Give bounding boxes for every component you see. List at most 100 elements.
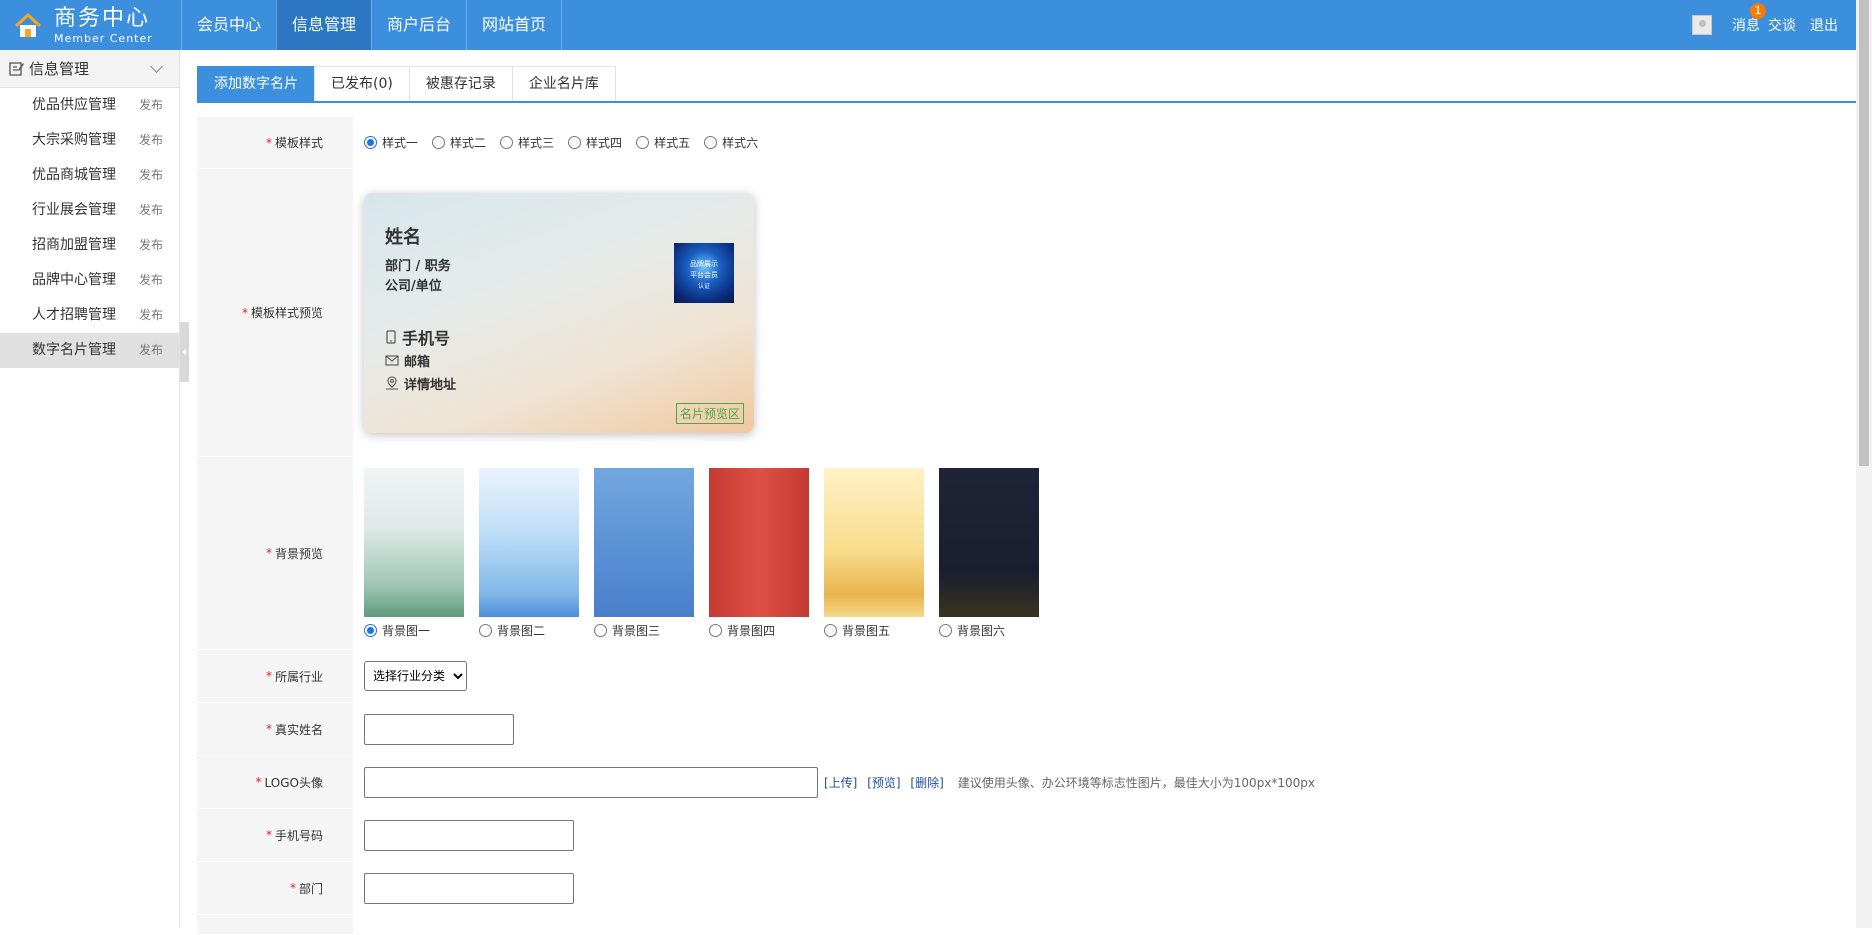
sidebar-header[interactable]: 信息管理 [0,50,179,88]
card-name: 姓名 [385,226,421,248]
publish-link[interactable]: 发布 [139,298,163,333]
sidebar-item-franchise[interactable]: 招商加盟管理 发布 [0,228,179,263]
sidebar-item-supply[interactable]: 优品供应管理 发布 [0,88,179,123]
logo-title: 商务中心 [54,6,151,31]
tab-published[interactable]: 已发布(0) [314,66,410,101]
sidebar-item-recruit[interactable]: 人才招聘管理 发布 [0,298,179,333]
publish-link[interactable]: 发布 [139,228,163,263]
sidebar-item-purchase[interactable]: 大宗采购管理 发布 [0,123,179,158]
bg-thumb[interactable] [824,467,924,617]
row-bg-preview: * 背景预览 背景图一 背景图二 背景图三 背景图四 背景图五 背景图六 [197,457,1856,650]
real-name-input[interactable] [364,713,514,745]
chevron-down-icon[interactable] [150,60,163,73]
bg-list: 背景图一 背景图二 背景图三 背景图四 背景图五 背景图六 [364,467,1054,639]
radio-style-4[interactable]: 样式四 [568,134,622,151]
radio-bg-6[interactable]: 背景图六 [939,622,1005,639]
publish-link[interactable]: 发布 [139,123,163,158]
radio-bg-4[interactable]: 背景图四 [709,622,775,639]
bg-thumb[interactable] [479,467,579,617]
scrollbar-thumb[interactable] [1859,0,1869,466]
sidebar-item-digital-card[interactable]: 数字名片管理 发布 [0,333,179,368]
card-phone: 手机号 [402,328,451,348]
industry-select[interactable]: 选择行业分类 [364,661,467,691]
radio-bg-3[interactable]: 背景图三 [594,622,660,639]
radio-bg-5[interactable]: 背景图五 [824,622,890,639]
label-logo: LOGO头像 [264,775,323,790]
sidebar-item-mall[interactable]: 优品商城管理 发布 [0,158,179,193]
bg-thumb[interactable] [594,467,694,617]
top-nav: 会员中心 信息管理 商户后台 网站首页 [181,0,563,50]
delete-link[interactable]: [删除] [910,776,943,790]
card-email: 邮箱 [404,354,431,370]
bg-thumb[interactable] [709,467,809,617]
tab-company-cards[interactable]: 企业名片库 [511,66,616,101]
radio-style-3[interactable]: 样式三 [500,134,554,151]
bg-thumb[interactable] [364,467,464,617]
upload-link[interactable]: [上传] [824,776,857,790]
sidebar-item-label: 品牌中心管理 [32,272,116,288]
publish-link[interactable]: 发布 [139,263,163,298]
label-real-name: 真实姓名 [274,722,323,737]
row-dept: * 部门 [197,862,1856,915]
radio-style-2[interactable]: 样式二 [432,134,486,151]
top-right-links: 消息 1 交谈 退出 [1692,0,1838,50]
row-real-name: * 真实姓名 [197,703,1856,756]
sidebar-item-brand[interactable]: 品牌中心管理 发布 [0,263,179,298]
row-industry: * 所属行业 选择行业分类 [197,650,1856,703]
avatar[interactable] [1692,15,1712,35]
edit-icon [9,61,24,76]
publish-link[interactable]: 发布 [139,158,163,193]
label-bg-preview: 背景预览 [274,546,323,561]
bg-option-4[interactable]: 背景图四 [709,467,809,639]
logo[interactable]: 商务中心 Member Center [14,6,153,46]
label-template-style: 模板样式 [274,136,323,150]
phone-input[interactable] [364,819,574,851]
card-address: 详情地址 [404,377,457,393]
tab-bar: 添加数字名片 已发布(0) 被惠存记录 企业名片库 [197,66,1856,103]
bg-option-3[interactable]: 背景图三 [594,467,694,639]
bg-option-5[interactable]: 背景图五 [824,467,924,639]
nav-info-management[interactable]: 信息管理 [276,0,372,50]
radio-style-1[interactable]: 样式一 [364,134,418,151]
message-badge: 1 [1750,3,1766,19]
nav-merchant-backend[interactable]: 商户后台 [371,0,466,50]
main-content: 添加数字名片 已发布(0) 被惠存记录 企业名片库 * 模板样式 样式一 样式二 … [197,66,1856,935]
sidebar-collapse-handle[interactable] [180,322,189,382]
label-template-preview: 模板样式预览 [250,306,323,320]
bg-thumb[interactable] [939,467,1039,617]
sidebar-item-label: 行业展会管理 [32,202,116,218]
dept-input[interactable] [364,872,574,904]
home-icon [14,12,42,40]
card-form: * 模板样式 样式一 样式二 样式三 样式四 样式五 样式六 * 模板样式预览 姓名… [197,117,1856,935]
preview-link[interactable]: [预览] [867,776,900,790]
logo-input[interactable] [364,766,818,798]
publish-link[interactable]: 发布 [139,88,163,123]
radio-style-6[interactable]: 样式六 [704,134,758,151]
publish-link[interactable]: 发布 [139,333,163,368]
logout-link[interactable]: 退出 [1810,15,1838,35]
chat-link[interactable]: 交谈 [1768,15,1796,35]
sidebar-item-label: 招商加盟管理 [32,237,116,253]
radio-bg-1[interactable]: 背景图一 [364,622,430,639]
sidebar-item-expo[interactable]: 行业展会管理 发布 [0,193,179,228]
label-industry: 所属行业 [274,669,323,684]
row-phone: * 手机号码 [197,809,1856,862]
phone-icon [385,329,397,344]
location-icon [385,376,399,390]
tab-add-card[interactable]: 添加数字名片 [197,66,315,101]
row-template-preview: * 模板样式预览 姓名 部门 / 职务 公司/单位 品牌展示 平台会员 认证 手机… [197,169,1856,457]
bg-option-6[interactable]: 背景图六 [939,467,1039,639]
nav-site-home[interactable]: 网站首页 [466,0,563,50]
bg-option-1[interactable]: 背景图一 [364,467,464,639]
bg-option-2[interactable]: 背景图二 [479,467,579,639]
message-link[interactable]: 消息 1 [1732,3,1766,35]
radio-style-5[interactable]: 样式五 [636,134,690,151]
nav-member-center[interactable]: 会员中心 [181,0,276,50]
publish-link[interactable]: 发布 [139,193,163,228]
tab-saved-records[interactable]: 被惠存记录 [408,66,513,101]
label-dept: 部门 [298,881,323,896]
sidebar-item-label: 数字名片管理 [32,342,116,358]
radio-bg-2[interactable]: 背景图二 [479,622,545,639]
vertical-scrollbar[interactable] [1856,0,1872,928]
card-dept: 部门 / 职务 [385,258,451,274]
